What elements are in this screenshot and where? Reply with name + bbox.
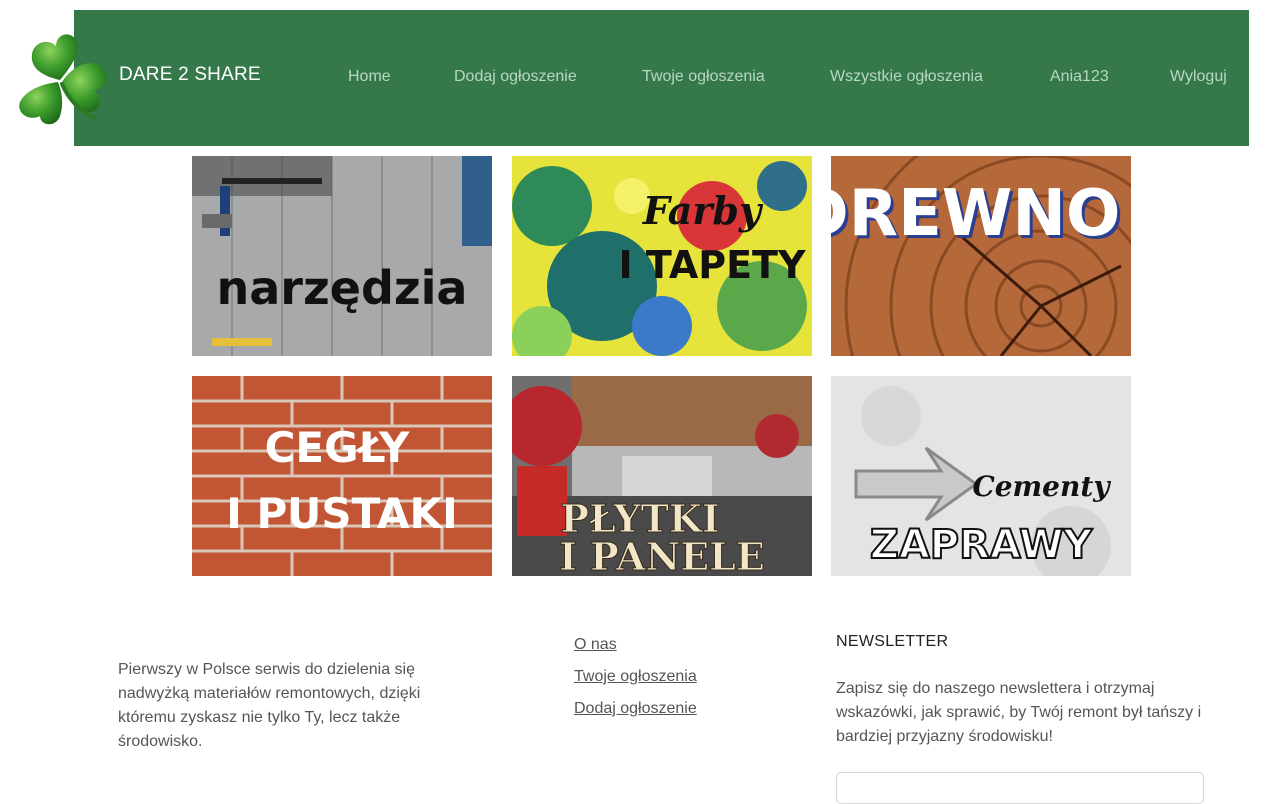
category-tile-tools[interactable]: narzędzia: [192, 156, 492, 356]
nav-all-ads[interactable]: Wszystkie ogłoszenia: [830, 68, 983, 86]
nav-user[interactable]: Ania123: [1050, 68, 1109, 86]
category-cement-script: Cementy: [972, 470, 1111, 503]
category-tile-tiles[interactable]: PŁYTKI I PANELE: [512, 376, 812, 576]
category-tile-paints[interactable]: Farby I TAPETY: [512, 156, 812, 356]
category-tile-cement[interactable]: Cementy ZAPRAWY: [831, 376, 1131, 576]
category-tiles-title2: I PANELE: [559, 534, 765, 576]
nav-home[interactable]: Home: [348, 68, 391, 86]
category-bricks-title2: I PUSTAKI: [226, 489, 457, 538]
category-wood-title: DREWNO: [831, 177, 1120, 251]
nav-add-ad[interactable]: Dodaj ogłoszenie: [454, 68, 577, 86]
clover-logo-icon[interactable]: [12, 28, 118, 128]
newsletter-text: Zapisz się do naszego newslettera i otrz…: [836, 680, 1202, 745]
category-paints-script: Farby: [642, 188, 764, 233]
newsletter-email-input[interactable]: [836, 772, 1204, 804]
nav-your-ads[interactable]: Twoje ogłoszenia: [642, 68, 765, 86]
footer-link-add-ad[interactable]: Dodaj ogłoszenie: [574, 700, 697, 718]
category-tile-wood[interactable]: DREWNO DREWNO: [831, 156, 1131, 356]
footer-link-about[interactable]: O nas: [574, 636, 617, 654]
category-cement-title: ZAPRAWY: [870, 522, 1093, 568]
category-tile-bricks[interactable]: CEGŁY I PUSTAKI: [192, 376, 492, 576]
category-paints-title: I TAPETY: [619, 243, 806, 287]
newsletter-title: NEWSLETTER: [836, 633, 949, 650]
category-bricks-title: CEGŁY: [265, 423, 410, 472]
brand-name[interactable]: DARE 2 SHARE: [119, 64, 261, 86]
footer-about-text: Pierwszy w Polsce serwis do dzielenia si…: [118, 661, 421, 750]
category-tools-title: narzędzia: [217, 261, 468, 315]
nav-logout[interactable]: Wyloguj: [1170, 68, 1227, 86]
footer-link-your-ads[interactable]: Twoje ogłoszenia: [574, 668, 697, 686]
